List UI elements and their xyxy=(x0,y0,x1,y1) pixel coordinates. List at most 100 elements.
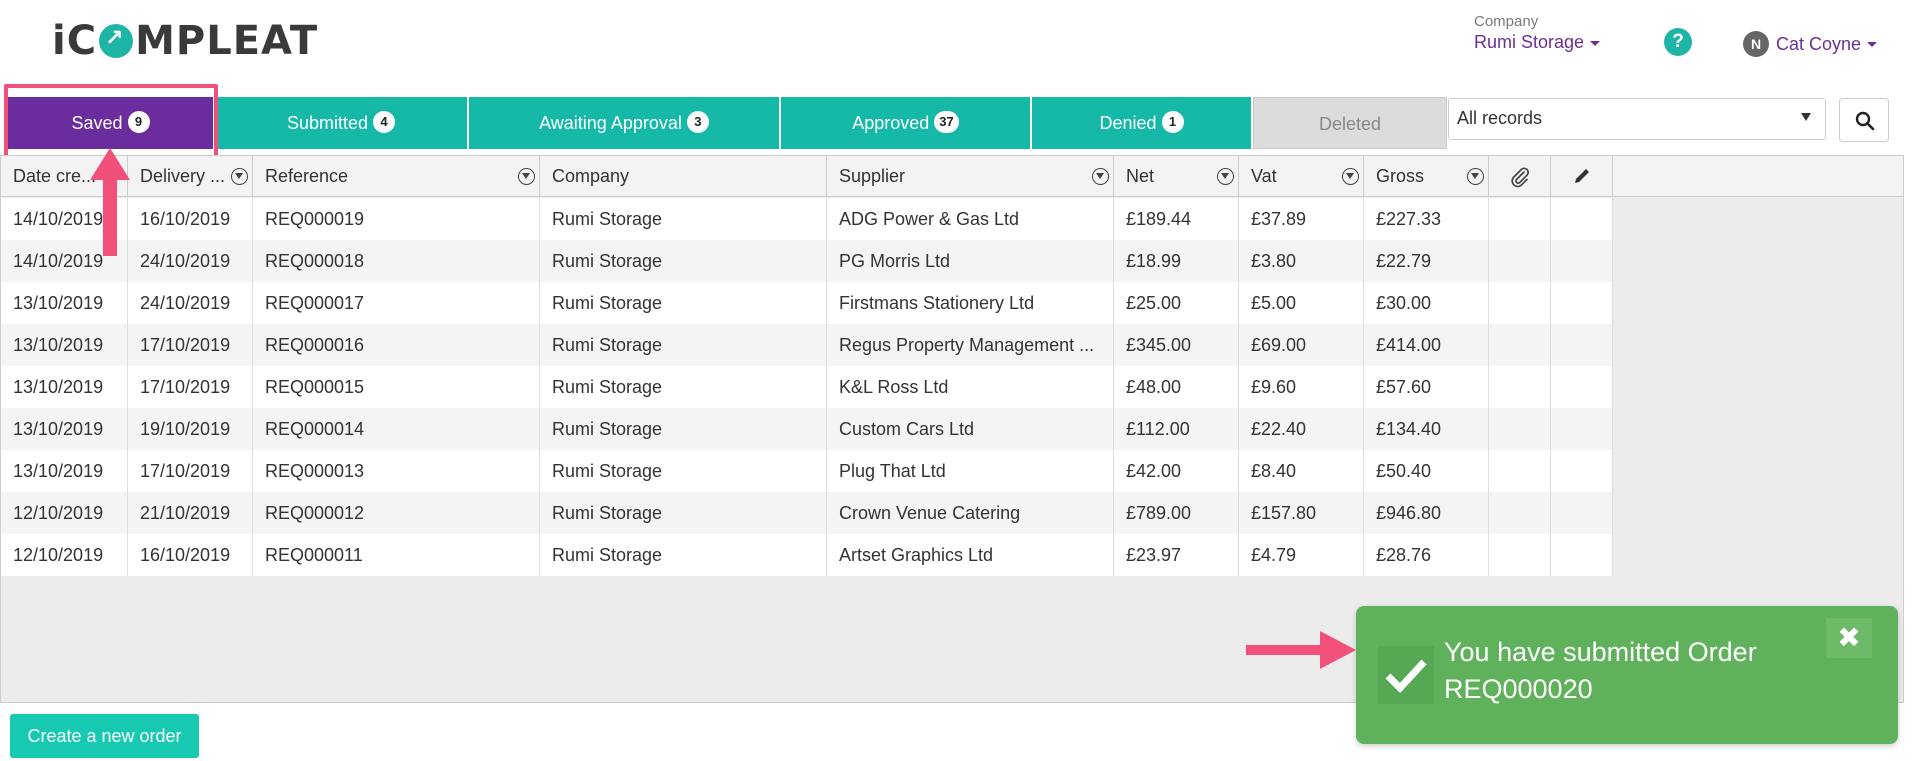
tab-deleted[interactable]: Deleted xyxy=(1253,97,1447,149)
cell-edit xyxy=(1551,450,1613,492)
cell-vat: £4.79 xyxy=(1239,534,1364,576)
column-header-net[interactable]: Net xyxy=(1114,156,1239,197)
table-row[interactable]: 14/10/2019 16/10/2019 REQ000019 Rumi Storag… xyxy=(1,198,1613,240)
cell-reference: REQ000015 xyxy=(253,366,540,408)
cell-reference: REQ000014 xyxy=(253,408,540,450)
company-label: Company xyxy=(1474,13,1539,30)
caret-down-icon xyxy=(1867,41,1878,47)
column-header-reference[interactable]: Reference xyxy=(253,156,540,197)
cell-edit xyxy=(1551,366,1613,408)
cell-vat: £9.60 xyxy=(1239,366,1364,408)
header-label: Gross xyxy=(1376,166,1425,186)
column-header-company[interactable]: Company xyxy=(540,156,827,197)
company-dropdown[interactable]: Rumi Storage xyxy=(1474,32,1601,53)
cell-supplier: Firstmans Stationery Ltd xyxy=(827,282,1114,324)
table-row[interactable]: 12/10/2019 16/10/2019 REQ000011 Rumi Storag… xyxy=(1,534,1613,576)
cell-gross: £22.79 xyxy=(1364,240,1489,282)
cell-attachments xyxy=(1489,408,1551,450)
table-row[interactable]: 14/10/2019 24/10/2019 REQ000018 Rumi Storag… xyxy=(1,240,1613,282)
create-new-order-button[interactable]: Create a new order xyxy=(10,714,199,758)
cell-attachments xyxy=(1489,324,1551,366)
close-icon[interactable]: ✖ xyxy=(1826,618,1872,658)
cell-net: £189.44 xyxy=(1114,198,1239,240)
tab-count-badge: 1 xyxy=(1161,111,1184,134)
tab-submitted[interactable]: Submitted 4 xyxy=(215,97,467,149)
column-header-gross[interactable]: Gross xyxy=(1364,156,1489,197)
tab-saved[interactable]: Saved 9 xyxy=(8,97,213,149)
tab-count-badge: 4 xyxy=(373,111,396,134)
cell-company: Rumi Storage xyxy=(540,366,827,408)
cell-supplier: Crown Venue Catering xyxy=(827,492,1114,534)
column-header-attachments[interactable] xyxy=(1489,156,1551,197)
cell-attachments xyxy=(1489,366,1551,408)
cell-gross: £28.76 xyxy=(1364,534,1489,576)
checkmark-icon xyxy=(1378,646,1434,704)
records-filter-select[interactable]: All records xyxy=(1448,98,1826,140)
cell-company: Rumi Storage xyxy=(540,198,827,240)
cell-net: £345.00 xyxy=(1114,324,1239,366)
cell-date-created: 14/10/2019 xyxy=(1,198,128,240)
filter-icon[interactable] xyxy=(1467,168,1484,185)
tab-awaiting-approval[interactable]: Awaiting Approval 3 xyxy=(469,97,779,149)
cell-date-created: 13/10/2019 xyxy=(1,450,128,492)
header-label: Company xyxy=(552,166,630,186)
cell-delivery-date: 24/10/2019 xyxy=(128,240,253,282)
filter-icon[interactable] xyxy=(518,168,535,185)
filter-icon[interactable] xyxy=(1217,168,1234,185)
cell-edit xyxy=(1551,324,1613,366)
app-logo[interactable]: iCMPLEAT xyxy=(52,18,318,64)
cell-attachments xyxy=(1489,492,1551,534)
cell-date-created: 13/10/2019 xyxy=(1,408,128,450)
cell-date-created: 13/10/2019 xyxy=(1,324,128,366)
filter-icon[interactable] xyxy=(1092,168,1109,185)
tab-count-badge: 9 xyxy=(127,111,150,134)
success-toast: You have submitted Order REQ000020 ✖ xyxy=(1356,606,1898,744)
filter-icon[interactable] xyxy=(1342,168,1359,185)
cell-supplier: ADG Power & Gas Ltd xyxy=(827,198,1114,240)
cell-delivery-date: 17/10/2019 xyxy=(128,324,253,366)
toast-message: You have submitted Order REQ000020 xyxy=(1444,637,1757,704)
cell-supplier: Regus Property Management ... xyxy=(827,324,1114,366)
tab-count-badge: 3 xyxy=(686,111,709,134)
tab-approved[interactable]: Approved 37 xyxy=(781,97,1030,149)
table-row[interactable]: 13/10/2019 17/10/2019 REQ000015 Rumi Storag… xyxy=(1,366,1613,408)
cell-date-created: 14/10/2019 xyxy=(1,240,128,282)
search-icon xyxy=(1855,111,1875,131)
cell-vat: £3.80 xyxy=(1239,240,1364,282)
table-row[interactable]: 13/10/2019 24/10/2019 REQ000017 Rumi Storag… xyxy=(1,282,1613,324)
search-button[interactable] xyxy=(1839,98,1889,142)
cell-date-created: 13/10/2019 xyxy=(1,366,128,408)
cell-reference: REQ000019 xyxy=(253,198,540,240)
column-header-delivery[interactable]: Delivery ... xyxy=(128,156,253,197)
column-header-edit[interactable] xyxy=(1551,156,1613,197)
avatar: N xyxy=(1743,31,1769,57)
column-header-supplier[interactable]: Supplier xyxy=(827,156,1114,197)
tab-label: Awaiting Approval xyxy=(539,113,682,133)
help-icon[interactable]: ? xyxy=(1664,28,1692,56)
table-row[interactable]: 13/10/2019 19/10/2019 REQ000014 Rumi Storag… xyxy=(1,408,1613,450)
cell-gross: £57.60 xyxy=(1364,366,1489,408)
cell-gross: £134.40 xyxy=(1364,408,1489,450)
cell-delivery-date: 17/10/2019 xyxy=(128,366,253,408)
user-menu[interactable]: N Cat Coyne xyxy=(1743,31,1878,57)
cell-delivery-date: 24/10/2019 xyxy=(128,282,253,324)
cell-reference: REQ000017 xyxy=(253,282,540,324)
cell-delivery-date: 17/10/2019 xyxy=(128,450,253,492)
header-label: Date cre... xyxy=(13,166,97,186)
page: iCMPLEAT Company Rumi Storage ? N Cat Co… xyxy=(0,0,1915,761)
cell-attachments xyxy=(1489,282,1551,324)
table-row[interactable]: 13/10/2019 17/10/2019 REQ000016 Rumi Storag… xyxy=(1,324,1613,366)
company-switcher[interactable]: Company Rumi Storage xyxy=(1474,13,1601,53)
cell-reference: REQ000013 xyxy=(253,450,540,492)
cell-gross: £30.00 xyxy=(1364,282,1489,324)
column-header-date-created[interactable]: Date cre... xyxy=(1,156,128,197)
column-header-vat[interactable]: Vat xyxy=(1239,156,1364,197)
filter-icon[interactable] xyxy=(231,168,248,185)
tab-denied[interactable]: Denied 1 xyxy=(1032,97,1251,149)
table-row[interactable]: 12/10/2019 21/10/2019 REQ000012 Rumi Storag… xyxy=(1,492,1613,534)
cell-attachments xyxy=(1489,198,1551,240)
table-row[interactable]: 13/10/2019 17/10/2019 REQ000013 Rumi Storag… xyxy=(1,450,1613,492)
tab-label: Denied xyxy=(1099,113,1157,133)
cell-supplier: K&L Ross Ltd xyxy=(827,366,1114,408)
cell-delivery-date: 16/10/2019 xyxy=(128,534,253,576)
